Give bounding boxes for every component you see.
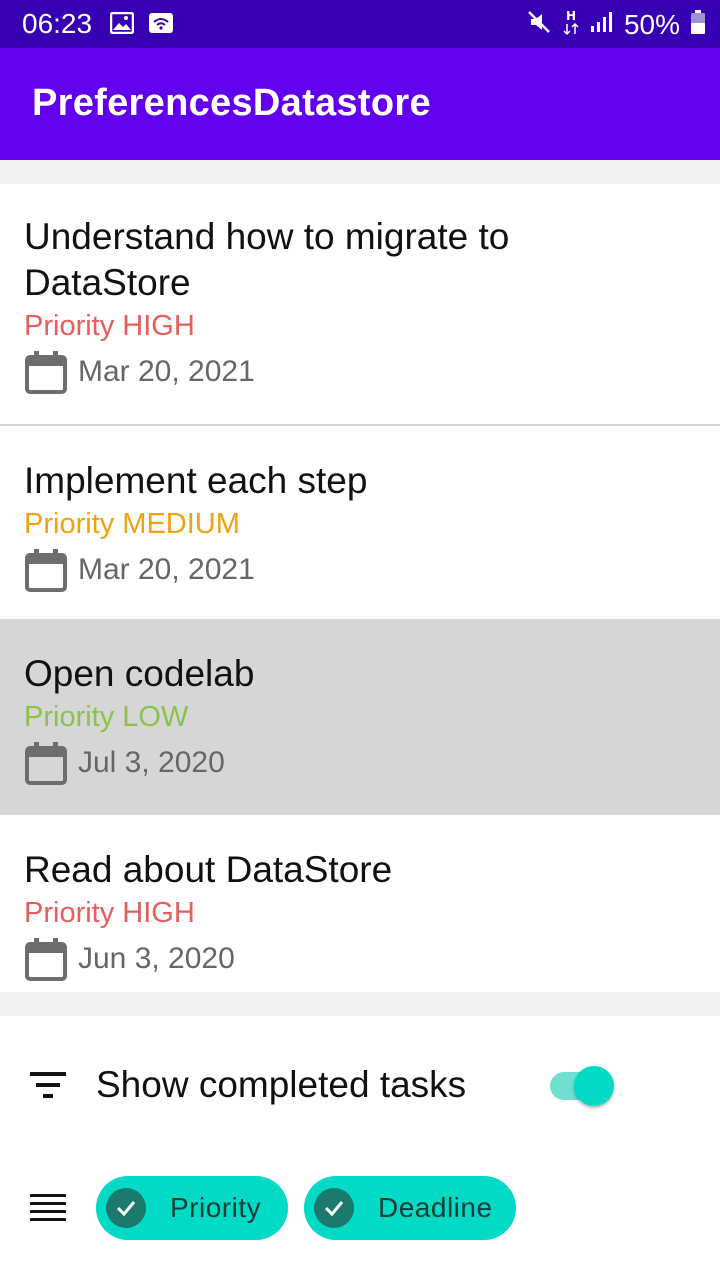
calendar-icon — [24, 350, 68, 394]
task-priority: Priority HIGH — [24, 897, 195, 929]
check-icon — [106, 1188, 146, 1228]
sort-row: Priority Deadline — [0, 1176, 720, 1240]
task-priority: Priority LOW — [24, 701, 189, 733]
task-title: Open codelab — [24, 653, 255, 694]
h-plus-icon: H — [562, 8, 580, 41]
filter-icon — [30, 1072, 68, 1105]
task-list: Understand how to migrate to DataStore P… — [0, 184, 720, 992]
sort-deadline-chip[interactable]: Deadline — [304, 1176, 516, 1240]
task-priority: Priority HIGH — [24, 310, 195, 342]
show-completed-switch[interactable] — [548, 1058, 616, 1114]
task-date: Jul 3, 2020 — [78, 746, 225, 779]
check-icon — [314, 1188, 354, 1228]
wifi-icon — [148, 12, 174, 39]
mute-icon — [526, 9, 552, 40]
calendar-icon — [24, 937, 68, 981]
show-completed-row: Show completed tasks — [0, 1056, 720, 1118]
calendar-icon — [24, 741, 68, 785]
bottom-panel: Show completed tasks Priority Deadline — [0, 1016, 720, 1280]
task-title: Read about DataStore — [24, 849, 393, 890]
svg-text:H: H — [566, 9, 576, 23]
show-completed-label: Show completed tasks — [96, 1064, 467, 1105]
task-item[interactable]: Implement each step Priority MEDIUM Mar … — [0, 426, 720, 619]
status-time: 06:23 — [22, 8, 93, 39]
status-bar: 06:23 H 50% — [0, 0, 720, 48]
task-title: Implement each step — [24, 460, 368, 501]
switch-thumb — [574, 1066, 614, 1106]
signal-icon — [590, 10, 614, 39]
app-bar: PreferencesDatastore — [0, 48, 720, 160]
image-icon — [109, 11, 135, 39]
battery-percentage: 50% — [623, 8, 680, 40]
task-date: Jun 3, 2020 — [78, 942, 235, 975]
sort-priority-chip[interactable]: Priority — [96, 1176, 288, 1240]
task-item[interactable]: Open codelab Priority LOW Jul 3, 2020 — [0, 619, 720, 815]
task-priority: Priority MEDIUM — [24, 508, 240, 540]
sort-icon — [30, 1194, 68, 1229]
app-title: PreferencesDatastore — [32, 82, 431, 124]
task-title: Understand how to migrate to DataStore — [24, 216, 510, 303]
task-date: Mar 20, 2021 — [78, 553, 255, 586]
chip-label: Priority — [170, 1192, 262, 1223]
calendar-icon — [24, 548, 68, 592]
chip-label: Deadline — [378, 1192, 493, 1223]
task-date: Mar 20, 2021 — [78, 355, 255, 388]
battery-icon — [690, 9, 706, 40]
task-item[interactable]: Read about DataStore Priority HIGH Jun 3… — [0, 815, 720, 992]
task-item[interactable]: Understand how to migrate to DataStore P… — [0, 184, 720, 424]
